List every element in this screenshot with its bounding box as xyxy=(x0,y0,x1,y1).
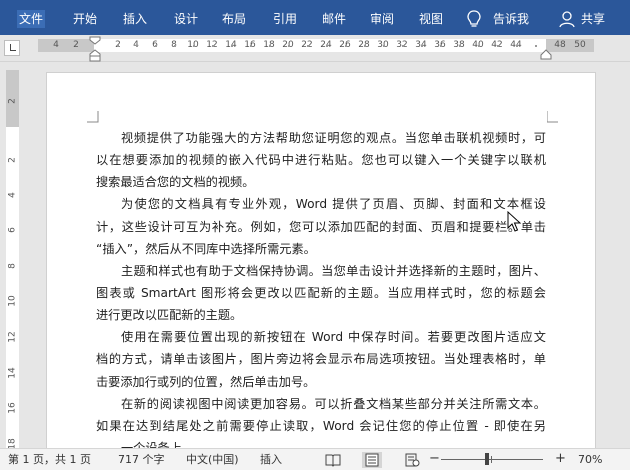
right-indent-marker[interactable] xyxy=(539,49,553,61)
vertical-ruler-tick-label: 6 xyxy=(7,227,18,233)
text-line: 使用在需要位置出现的新按钮在 Word 中保存时间。若要更改图片适应文 xyxy=(121,330,546,345)
vertical-ruler-tick-label: 2 xyxy=(7,98,18,104)
lightbulb-icon xyxy=(464,8,484,30)
ruler-minor-tick xyxy=(307,45,309,47)
text-line: 视频提供了功能强大的方法帮助您证明您的观点。当您单击联机视频时，可 xyxy=(121,131,546,145)
zoom-slider-center-mark xyxy=(491,456,492,463)
tab-stop-selector[interactable] xyxy=(4,40,20,56)
ruler-minor-tick xyxy=(212,45,214,47)
page-count[interactable]: 第 1 页，共 1 页 xyxy=(8,452,91,468)
ruler-minor-tick xyxy=(478,45,480,47)
insert-mode-indicator[interactable]: 插入 xyxy=(260,452,282,468)
text-line: 击要添加行或列的位置，然后单击加号。 xyxy=(96,374,316,389)
ruler-track: 4224681012141618202224262830323436384042… xyxy=(38,39,594,52)
ribbon-tabs-bar: 文件 开始 插入 设计 布局 引用 邮件 审阅 视图 告诉我 共享 xyxy=(0,0,630,35)
ruler-tick-label: 2 xyxy=(73,40,79,50)
status-bar: 第 1 页，共 1 页 717 个字 中文(中国) 插入 − + 70% xyxy=(0,448,630,470)
person-icon xyxy=(558,8,578,30)
text-line: 图表或 SmartArt 图形将会更改以匹配新的主题。当应用样式时，您的标题会 xyxy=(96,285,546,300)
vertical-ruler[interactable]: 2 2 4 6 8 10 12 14 16 18 xyxy=(0,62,22,450)
hanging-indent-marker[interactable] xyxy=(88,49,102,63)
read-mode-icon[interactable] xyxy=(325,452,341,468)
tab-layout[interactable]: 布局 xyxy=(222,10,246,28)
ruler-minor-tick xyxy=(117,45,119,47)
tell-me-search[interactable]: 告诉我 xyxy=(493,10,529,28)
ruler-minor-tick xyxy=(326,45,328,47)
vertical-ruler-tick-label: 10 xyxy=(7,295,18,307)
tab-file[interactable]: 文件 xyxy=(17,10,46,28)
horizontal-ruler[interactable]: 4224681012141618202224262830323436384042… xyxy=(0,35,630,62)
text-line: 主题和样式也有助于文档保持协调。当您单击设计并选择新的主题时，图片、 xyxy=(121,263,546,278)
tab-review[interactable]: 审阅 xyxy=(370,10,394,28)
tab-mailings[interactable]: 邮件 xyxy=(322,10,346,28)
ruler-minor-tick xyxy=(402,45,404,47)
ruler-minor-tick xyxy=(497,45,499,47)
mouse-cursor-icon xyxy=(507,211,521,232)
vertical-ruler-tick-label: 8 xyxy=(7,263,18,269)
crop-mark-top-left xyxy=(87,111,99,123)
ruler-tick-labels: 4224681012141618202224262830323436384042… xyxy=(38,39,594,52)
text-line: “插入”，然后从不同库中选择所需元素。 xyxy=(96,241,316,256)
vertical-ruler-tick-label: 16 xyxy=(7,402,18,414)
text-line: 计，这些设计可互为补充。例如，您可以添加匹配的封面、页眉和提要栏。单击 xyxy=(96,219,546,234)
text-line: 在新的阅读视图中阅读更加容易。可以折叠文档某些部分并关注所需文本。 xyxy=(121,396,546,411)
ruler-minor-tick xyxy=(345,45,347,47)
document-body[interactable]: 视频提供了功能强大的方法帮助您证明您的观点。当您单击联机视频时，可 以在想要添加… xyxy=(96,127,546,451)
language-indicator[interactable]: 中文(中国) xyxy=(186,452,239,468)
ruler-minor-tick xyxy=(383,45,385,47)
ruler-minor-tick xyxy=(535,45,537,47)
ruler-minor-tick xyxy=(136,45,138,47)
zoom-level[interactable]: 70% xyxy=(578,452,602,468)
word-count[interactable]: 717 个字 xyxy=(118,452,165,468)
ruler-minor-tick xyxy=(421,45,423,47)
text-line: 以在想要添加的视频的嵌入代码中进行粘贴。您也可以键入一个关键字以联机 xyxy=(96,153,546,168)
document-page[interactable]: 视频提供了功能强大的方法帮助您证明您的观点。当您单击联机视频时，可 以在想要添加… xyxy=(46,72,596,452)
web-layout-icon[interactable] xyxy=(404,452,420,468)
ruler-minor-tick xyxy=(364,45,366,47)
ruler-minor-tick xyxy=(231,45,233,47)
ruler-minor-tick xyxy=(516,45,518,47)
text-line: 进行更改以匹配新的主题。 xyxy=(96,308,243,323)
text-line: 为使您的文档具有专业外观，Word 提供了页眉、页脚、封面和文本框设 xyxy=(121,197,546,212)
text-line: 如果在达到结尾处之前需要停止读取，Word 会记住您的停止位置 - 即使在另 xyxy=(96,418,546,433)
ruler-minor-tick xyxy=(174,45,176,47)
ruler-minor-tick xyxy=(193,45,195,47)
text-line: 搜索最适合您的文档的视频。 xyxy=(96,175,255,190)
tab-view[interactable]: 视图 xyxy=(419,10,443,28)
ruler-tick-label: 48 xyxy=(554,40,566,50)
vertical-ruler-tick-label: 12 xyxy=(7,331,18,343)
print-layout-icon[interactable] xyxy=(362,452,382,468)
crop-mark-top-right xyxy=(547,111,558,123)
ruler-minor-tick xyxy=(288,45,290,47)
ruler-minor-tick xyxy=(459,45,461,47)
zoom-in-button[interactable]: + xyxy=(555,451,566,467)
tab-references[interactable]: 引用 xyxy=(273,10,297,28)
zoom-out-button[interactable]: − xyxy=(429,451,440,467)
tab-design[interactable]: 设计 xyxy=(174,10,198,28)
zoom-slider-thumb[interactable] xyxy=(485,453,489,465)
ruler-tick-label: 4 xyxy=(53,40,59,50)
tab-home[interactable]: 开始 xyxy=(73,10,97,28)
vertical-ruler-tick-label: 14 xyxy=(7,367,18,379)
ruler-minor-tick xyxy=(269,45,271,47)
vertical-ruler-tick-label: 2 xyxy=(7,157,18,163)
text-line: 档的方式，请单击该图片，图片旁边将会显示布局选项按钮。当处理表格时，单 xyxy=(96,352,546,367)
vertical-scrollbar[interactable] xyxy=(616,62,630,448)
ruler-minor-tick xyxy=(155,45,157,47)
tab-insert[interactable]: 插入 xyxy=(123,10,147,28)
ruler-minor-tick xyxy=(250,45,252,47)
share-button[interactable]: 共享 xyxy=(581,10,605,28)
vertical-ruler-tick-label: 4 xyxy=(7,192,18,198)
ruler-tick-label: 50 xyxy=(574,40,586,50)
ruler-minor-tick xyxy=(440,45,442,47)
zoom-slider-track[interactable] xyxy=(441,459,543,460)
